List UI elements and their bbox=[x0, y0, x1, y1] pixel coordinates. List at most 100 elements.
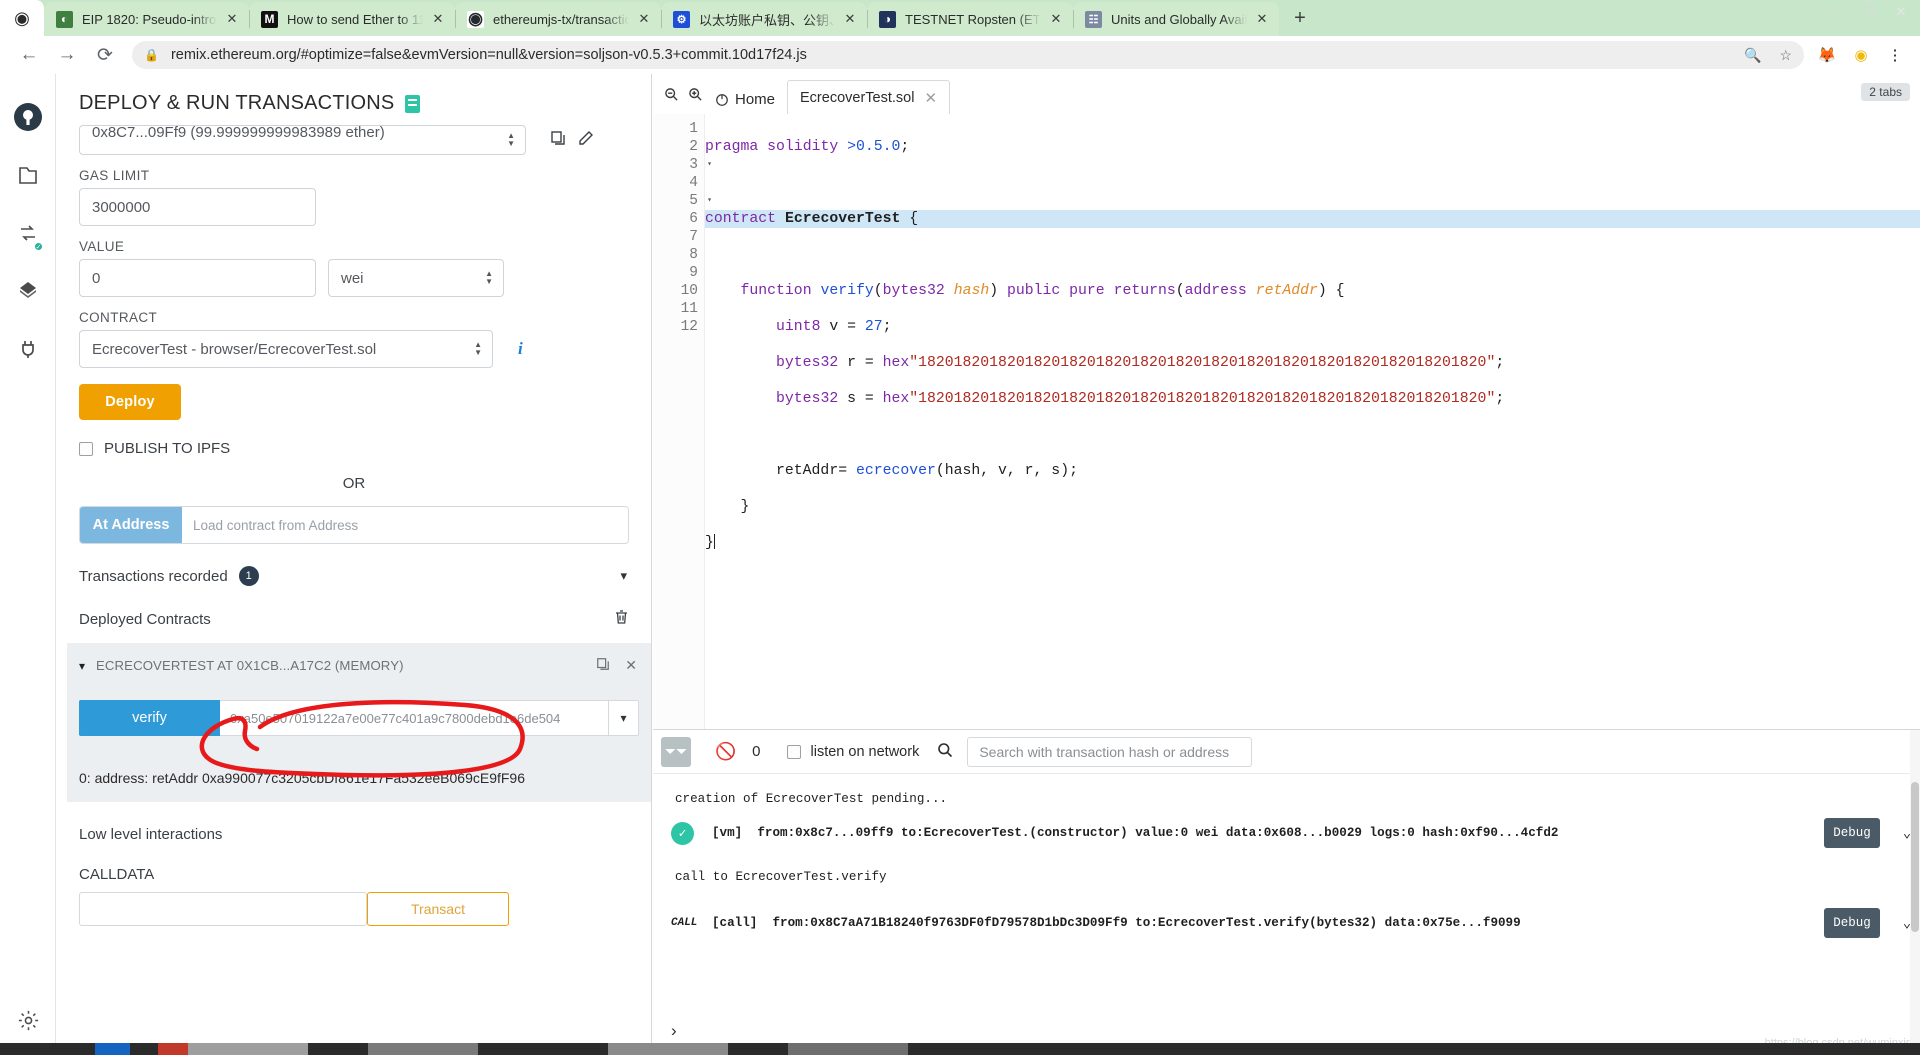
line-number-gutter: 1 2 3 ▾ 4 5 ▾ 6 7 8 9 10 11 12 bbox=[653, 114, 712, 729]
zoom-out-icon[interactable] bbox=[659, 77, 683, 111]
back-icon[interactable]: ← bbox=[10, 40, 48, 70]
tab-close-button[interactable]: ✕ bbox=[839, 8, 861, 30]
file-explorer-icon[interactable] bbox=[0, 146, 56, 204]
listen-on-network-row[interactable]: listen on network bbox=[786, 744, 919, 760]
contract-select[interactable]: EcrecoverTest - browser/EcrecoverTest.so… bbox=[79, 330, 493, 368]
transact-button[interactable]: Transact bbox=[367, 892, 509, 926]
code-editor: Home EcrecoverTest.sol ✕ 2 tabs 1 2 3 ▾ 4… bbox=[653, 74, 1920, 729]
publish-ipfs-checkbox[interactable] bbox=[79, 441, 93, 456]
clear-instances-icon[interactable] bbox=[614, 609, 629, 629]
terminal-toolbar: ⏷⏷ 🚫 0 listen on network Search with tra… bbox=[653, 730, 1920, 774]
calldata-input[interactable] bbox=[79, 892, 367, 926]
terminal-log: creation of EcrecoverTest pending... ✓ [… bbox=[653, 774, 1920, 938]
chrome-menu-icon[interactable]: ⋮ bbox=[1880, 40, 1910, 70]
log-call-row[interactable]: CALL [call] from:0x8C7aA71B18240f9763DF0… bbox=[653, 884, 1920, 938]
line-number: 9 bbox=[689, 265, 698, 281]
terminal-scrollbar[interactable] bbox=[1910, 730, 1920, 1055]
account-select[interactable]: 0x8C7...09Ff9 (99.999999999983989 ether) bbox=[79, 125, 526, 155]
publish-ipfs-row[interactable]: PUBLISH TO IPFS bbox=[79, 440, 629, 457]
verify-function-button[interactable]: verify bbox=[79, 700, 220, 736]
taskbar-segment bbox=[188, 1043, 308, 1055]
deploy-run-icon[interactable] bbox=[0, 262, 56, 320]
at-address-input[interactable]: Load contract from Address bbox=[182, 507, 628, 543]
remix-home-icon[interactable] bbox=[0, 88, 56, 146]
tab-home[interactable]: Home bbox=[707, 91, 787, 114]
window-close-button[interactable]: ✕ bbox=[1890, 2, 1912, 22]
chevrons-down-icon[interactable]: ⏷⏷ bbox=[661, 736, 691, 767]
debug-button[interactable]: Debug bbox=[1824, 818, 1880, 848]
taskbar-segment bbox=[308, 1043, 368, 1055]
at-address-row: At Address Load contract from Address bbox=[79, 506, 629, 544]
settings-icon[interactable] bbox=[0, 991, 56, 1049]
tab-close-button[interactable]: ✕ bbox=[1045, 8, 1067, 30]
log-transaction-row[interactable]: ✓ [vm] from:0x8c7...09ff9 to:EcrecoverTe… bbox=[653, 806, 1920, 848]
copy-icon[interactable] bbox=[596, 657, 610, 674]
tab-separator bbox=[867, 10, 868, 28]
contract-info-icon[interactable]: i bbox=[518, 339, 523, 359]
home-tab-label: Home bbox=[735, 91, 776, 108]
scrollbar-thumb[interactable] bbox=[1911, 782, 1919, 932]
terminal-prompt-icon[interactable]: › bbox=[671, 1021, 677, 1041]
maximize-button[interactable]: ❐ bbox=[1858, 2, 1880, 22]
bookmark-star-icon[interactable]: ☆ bbox=[1761, 47, 1792, 64]
tab-close-button[interactable]: ✕ bbox=[221, 8, 243, 30]
reload-icon[interactable]: ⟳ bbox=[86, 40, 124, 70]
taskbar-segment bbox=[728, 1043, 788, 1055]
code-area: 1 2 3 ▾ 4 5 ▾ 6 7 8 9 10 11 12 pragma soli… bbox=[653, 114, 1920, 729]
code-line: } bbox=[705, 499, 750, 515]
line-number: 4 bbox=[689, 175, 698, 191]
value-input[interactable]: 0 bbox=[79, 259, 316, 297]
value-unit-select[interactable]: wei bbox=[328, 259, 504, 297]
sign-message-icon[interactable] bbox=[578, 130, 594, 151]
browser-tab[interactable]: ◐ EIP 1820: Pseudo-introspec ✕ bbox=[44, 2, 249, 36]
debug-button[interactable]: Debug bbox=[1824, 908, 1880, 938]
function-expand-icon[interactable]: ▾ bbox=[609, 700, 639, 736]
copy-account-icon[interactable] bbox=[550, 130, 566, 151]
browser-tab[interactable]: ⚙ 以太坊账户私钥、公钥、地址 ✕ bbox=[661, 2, 867, 36]
success-check-icon: ✓ bbox=[671, 821, 694, 845]
listen-on-network-checkbox[interactable] bbox=[786, 744, 801, 759]
browser-tab[interactable]: M How to send Ether to 11,4 ✕ bbox=[249, 2, 455, 36]
close-instance-icon[interactable]: ✕ bbox=[625, 657, 637, 674]
chevron-down-icon[interactable]: ▾ bbox=[79, 659, 85, 673]
taskbar-segment bbox=[158, 1043, 188, 1055]
plugin-manager-icon[interactable] bbox=[0, 320, 56, 378]
browser-tab[interactable]: ☷ Units and Globally Availab ✕ bbox=[1073, 2, 1279, 36]
deploy-button[interactable]: Deploy bbox=[79, 384, 181, 420]
tab-close-button[interactable]: ✕ bbox=[427, 8, 449, 30]
chevron-down-icon[interactable]: ▾ bbox=[620, 568, 627, 584]
extension-icon[interactable]: ◉ bbox=[1846, 40, 1876, 70]
tab-separator bbox=[661, 10, 662, 28]
address-bar[interactable]: 🔒 remix.ethereum.org/#optimize=false&evm… bbox=[132, 41, 1804, 69]
search-icon[interactable] bbox=[937, 742, 953, 762]
terminal-search-input[interactable]: Search with transaction hash or address bbox=[967, 736, 1253, 767]
new-tab-button[interactable]: + bbox=[1285, 3, 1315, 33]
verify-function-input[interactable]: 0xa50e507019122a7e00e77c401a9c7800debd1e… bbox=[220, 700, 609, 736]
gas-limit-label: GAS LIMIT bbox=[79, 168, 150, 183]
file-tab-close-icon[interactable]: ✕ bbox=[924, 89, 937, 107]
browser-tab[interactable]: ◉ ethereumjs-tx/transaction. ✕ bbox=[455, 2, 661, 36]
instance-title: ECRECOVERTEST AT 0X1CB...A17C2 (MEMORY) bbox=[96, 658, 404, 673]
tab-ecrecovertest-sol[interactable]: EcrecoverTest.sol ✕ bbox=[787, 80, 951, 114]
minimize-button[interactable]: — bbox=[1826, 2, 1848, 22]
line-number: 10 bbox=[680, 283, 698, 299]
zoom-in-icon[interactable] bbox=[683, 77, 707, 111]
transactions-recorded-row[interactable]: Transactions recorded 1 ▾ bbox=[79, 566, 629, 586]
tab-close-button[interactable]: ✕ bbox=[1251, 8, 1273, 30]
forward-icon[interactable]: → bbox=[48, 40, 86, 70]
page-title: DEPLOY & RUN TRANSACTIONS bbox=[79, 92, 629, 115]
instance-header[interactable]: ▾ ECRECOVERTEST AT 0X1CB...A17C2 (MEMORY… bbox=[67, 657, 651, 674]
zoom-icon[interactable]: 🔍 bbox=[1734, 47, 1761, 64]
clear-console-icon[interactable]: 🚫 bbox=[715, 742, 736, 762]
value-unit-text: wei bbox=[341, 269, 364, 287]
transactions-recorded-label: Transactions recorded bbox=[79, 567, 228, 585]
tab-close-button[interactable]: ✕ bbox=[633, 8, 655, 30]
solidity-compiler-icon[interactable]: ✓ bbox=[0, 204, 56, 262]
code-text[interactable]: pragma solidity >0.5.0; contract Ecrecov… bbox=[705, 114, 1920, 729]
gas-limit-input[interactable]: 3000000 bbox=[79, 188, 316, 226]
at-address-button[interactable]: At Address bbox=[80, 507, 182, 543]
browser-tab[interactable]: ◑ TESTNET Ropsten (ETH) Bl ✕ bbox=[867, 2, 1073, 36]
taskbar-segment bbox=[130, 1043, 158, 1055]
metamask-extension-icon[interactable]: 🦊 bbox=[1812, 40, 1842, 70]
editor-toolbar: Home EcrecoverTest.sol ✕ 2 tabs bbox=[653, 74, 1920, 114]
